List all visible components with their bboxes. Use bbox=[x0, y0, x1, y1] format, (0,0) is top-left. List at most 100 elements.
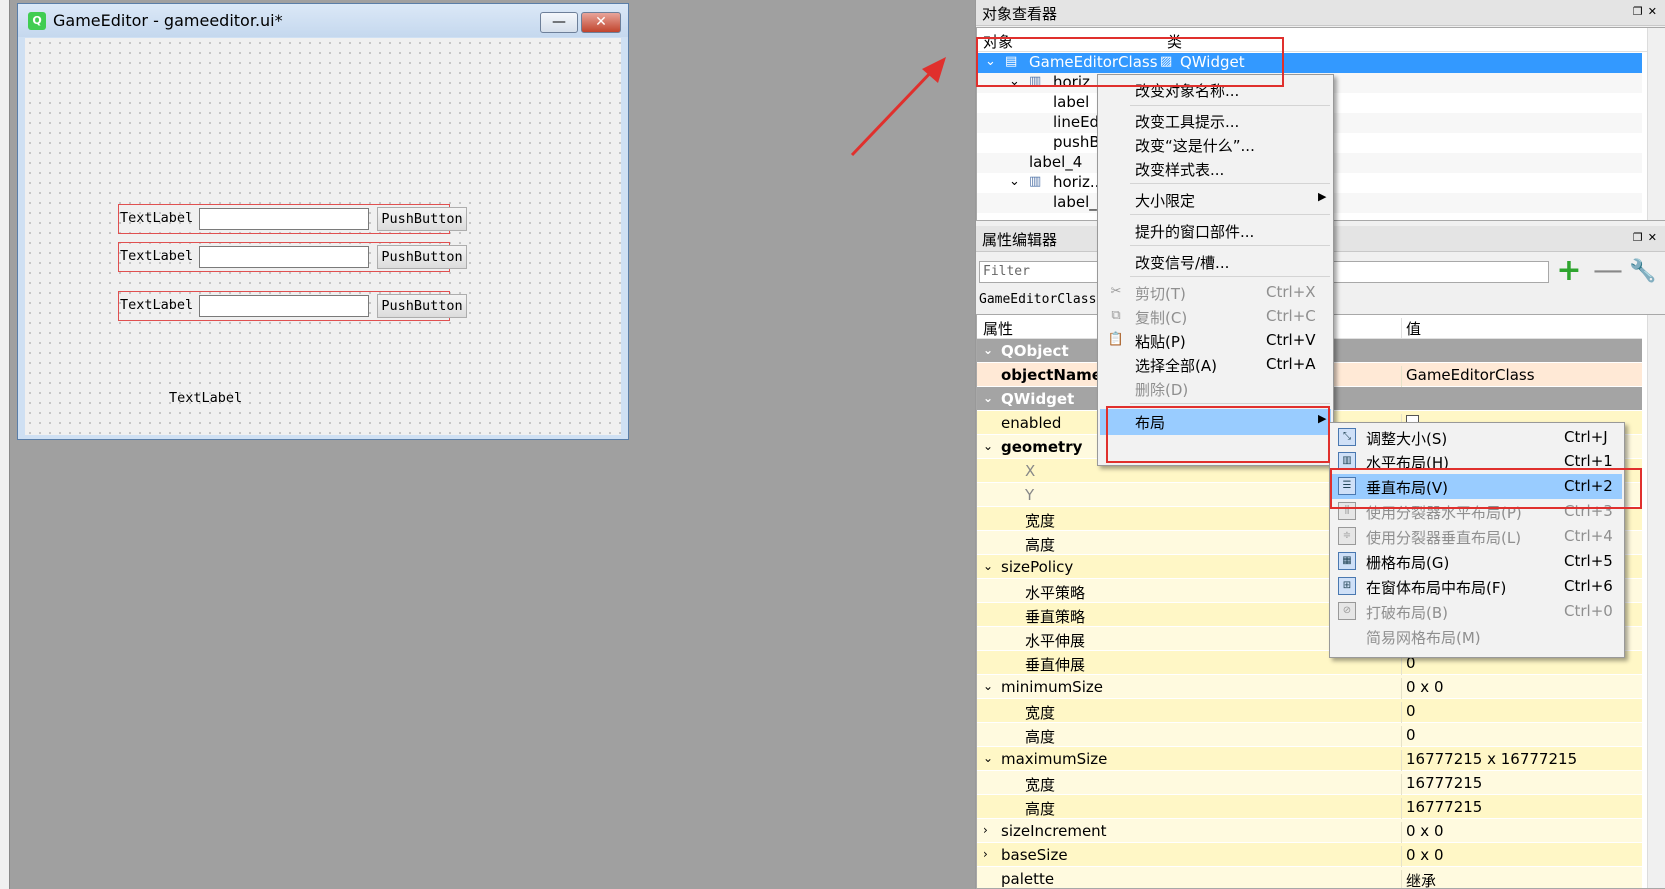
submenu-item-adjust-size[interactable]: ⤡ 调整大小(S) Ctrl+J bbox=[1332, 425, 1622, 450]
tree-header: 对象 类 bbox=[977, 28, 1665, 52]
minimize-button[interactable]: — bbox=[540, 12, 578, 33]
push-button[interactable]: PushButton bbox=[377, 245, 467, 269]
push-button[interactable]: PushButton bbox=[377, 207, 467, 231]
property-row[interactable]: 宽度 16777215 bbox=[977, 771, 1642, 798]
line-edit[interactable] bbox=[199, 246, 369, 268]
menu-item-size-constraints[interactable]: 大小限定 ▶ bbox=[1100, 187, 1331, 211]
menu-item-stylesheet[interactable]: 改变样式表... bbox=[1100, 156, 1331, 180]
dock-float-close-icon[interactable]: ❐✕ bbox=[1633, 231, 1662, 244]
property-name: 宽度 bbox=[1025, 776, 1056, 794]
menu-item-label: 粘贴(P) bbox=[1135, 333, 1186, 351]
horizontal-layout-row[interactable]: TextLabel PushButton bbox=[118, 204, 467, 234]
property-value[interactable]: 继承 bbox=[1401, 870, 1436, 888]
menu-separator bbox=[1130, 105, 1330, 106]
chevron-down-icon[interactable]: ⌄ bbox=[983, 679, 993, 693]
form-window[interactable]: Q GameEditor - gameeditor.ui* — ✕ TextLa… bbox=[17, 3, 629, 440]
menu-item-layout[interactable]: 布局 ▶ bbox=[1100, 409, 1331, 435]
property-row[interactable]: 高度 16777215 bbox=[977, 795, 1642, 822]
menu-item-shortcut: Ctrl+V bbox=[1266, 331, 1316, 349]
wrench-icon[interactable]: 🔧 bbox=[1629, 259, 1656, 285]
submenu-item-horizontal[interactable]: ▥ 水平布局(H) Ctrl+1 bbox=[1332, 449, 1622, 474]
text-label-4[interactable]: TextLabel bbox=[169, 390, 242, 406]
menu-item-select-all[interactable]: 选择全部(A) Ctrl+A bbox=[1100, 352, 1331, 376]
submenu-arrow-icon: ▶ bbox=[1318, 412, 1327, 425]
submenu-item-form-layout[interactable]: ⊞ 在窗体布局中布局(F) Ctrl+6 bbox=[1332, 574, 1622, 599]
menu-item-tooltip[interactable]: 改变工具提示... bbox=[1100, 108, 1331, 132]
menu-item-label: 删除(D) bbox=[1135, 381, 1189, 399]
menu-item-paste[interactable]: 📋 粘贴(P) Ctrl+V bbox=[1100, 328, 1331, 352]
form-titlebar[interactable]: Q GameEditor - gameeditor.ui* — ✕ bbox=[18, 4, 628, 37]
menu-item-shortcut: Ctrl+C bbox=[1266, 307, 1316, 325]
menu-item-label: 改变对象名称... bbox=[1135, 82, 1240, 100]
column-class[interactable]: 类 bbox=[1167, 31, 1182, 52]
chevron-right-icon[interactable]: › bbox=[983, 847, 988, 861]
column-object[interactable]: 对象 bbox=[983, 31, 1013, 52]
form-title: GameEditor - gameeditor.ui* bbox=[53, 11, 283, 30]
property-name: Y bbox=[1025, 486, 1035, 504]
property-row[interactable]: 高度 0 bbox=[977, 723, 1642, 750]
menu-item-label: 改变信号/槽... bbox=[1135, 254, 1230, 272]
property-name: sizeIncrement bbox=[1001, 822, 1107, 840]
submenu-item-vertical[interactable]: ☰ 垂直布局(V) Ctrl+2 bbox=[1332, 474, 1622, 499]
chevron-down-icon[interactable]: ⌄ bbox=[983, 391, 993, 405]
push-button[interactable]: PushButton bbox=[377, 294, 467, 318]
line-edit[interactable] bbox=[199, 295, 369, 317]
qwidget-class-icon: ▨ bbox=[1160, 54, 1173, 69]
property-row[interactable]: ⌄ minimumSize 0 x 0 bbox=[977, 675, 1642, 702]
property-name: baseSize bbox=[1001, 846, 1068, 864]
tree-scrollbar[interactable] bbox=[1647, 28, 1665, 220]
column-property[interactable]: 属性 bbox=[983, 318, 1013, 339]
close-button[interactable]: ✕ bbox=[581, 12, 621, 33]
annotation-arrow-icon bbox=[850, 57, 946, 157]
remove-dynamic-property-icon[interactable]: — bbox=[1593, 256, 1623, 286]
form-canvas[interactable]: TextLabel PushButton TextLabel PushButto… bbox=[25, 38, 621, 435]
add-dynamic-property-icon[interactable]: + bbox=[1556, 256, 1582, 286]
submenu-item-break-layout[interactable]: ⊘ 打破布局(B) Ctrl+0 bbox=[1332, 599, 1622, 624]
submenu-item-shortcut: Ctrl+5 bbox=[1564, 552, 1613, 570]
chevron-down-icon[interactable]: ⌄ bbox=[985, 54, 996, 69]
submenu-item-grid[interactable]: ▦ 栅格布局(G) Ctrl+5 bbox=[1332, 549, 1622, 574]
chevron-down-icon[interactable]: ⌄ bbox=[1009, 74, 1020, 89]
menu-item-shortcut: Ctrl+A bbox=[1266, 355, 1316, 373]
menu-item-whatsthis[interactable]: 改变“这是什么”... bbox=[1100, 132, 1331, 156]
property-scrollbar[interactable] bbox=[1647, 315, 1665, 888]
object-inspector-titlebar[interactable]: 对象查看器 ❐✕ bbox=[976, 0, 1665, 26]
submenu-item-label: 水平布局(H) bbox=[1366, 454, 1449, 472]
horizontal-layout-icon: ▥ bbox=[1338, 452, 1356, 470]
menu-item-label: 改变“这是什么”... bbox=[1135, 137, 1255, 155]
menu-item-rename[interactable]: 改变对象名称... bbox=[1100, 77, 1331, 101]
chevron-down-icon[interactable]: ⌄ bbox=[983, 439, 993, 453]
horizontal-layout-row[interactable]: TextLabel PushButton bbox=[118, 291, 467, 321]
dock-float-close-icon[interactable]: ❐✕ bbox=[1633, 5, 1662, 18]
property-row[interactable]: › baseSize 0 x 0 bbox=[977, 843, 1642, 870]
grid-layout-icon: ▦ bbox=[1338, 552, 1356, 570]
line-edit[interactable] bbox=[199, 208, 369, 230]
menu-item-signals-slots[interactable]: 改变信号/槽... bbox=[1100, 249, 1331, 273]
tree-row-root[interactable]: ⌄ ▤ GameEditorClass ▨ QWidget bbox=[977, 53, 1642, 73]
menu-item-promoted-widgets[interactable]: 提升的窗口部件... bbox=[1100, 218, 1331, 242]
chevron-right-icon[interactable]: › bbox=[983, 823, 988, 837]
object-inspector-title: 对象查看器 bbox=[982, 5, 1058, 23]
submenu-item-shortcut: Ctrl+0 bbox=[1564, 602, 1613, 620]
menu-item-delete[interactable]: 删除(D) bbox=[1100, 376, 1331, 400]
property-row[interactable]: › sizeIncrement 0 x 0 bbox=[977, 819, 1642, 846]
vertical-layout-icon: ☰ bbox=[1338, 477, 1356, 495]
property-row[interactable]: 宽度 0 bbox=[977, 699, 1642, 726]
menu-item-label: 剪切(T) bbox=[1135, 285, 1186, 303]
horizontal-layout-row[interactable]: TextLabel PushButton bbox=[118, 242, 467, 272]
submenu-item-splitter-vertical[interactable]: ≑ 使用分裂器垂直布局(L) Ctrl+4 bbox=[1332, 524, 1622, 549]
submenu-item-shortcut: Ctrl+J bbox=[1564, 428, 1608, 446]
chevron-down-icon[interactable]: ⌄ bbox=[983, 559, 993, 573]
menu-item-label: 改变工具提示... bbox=[1135, 113, 1240, 131]
property-row[interactable]: palette 继承 bbox=[977, 867, 1642, 888]
submenu-item-splitter-horizontal[interactable]: ⫼ 使用分裂器水平布局(P) Ctrl+3 bbox=[1332, 499, 1622, 524]
menu-item-cut[interactable]: ✂ 剪切(T) Ctrl+X bbox=[1100, 280, 1331, 304]
chevron-down-icon[interactable]: ⌄ bbox=[983, 751, 993, 765]
chevron-down-icon[interactable]: ⌄ bbox=[1009, 174, 1020, 189]
context-menu[interactable]: 改变对象名称... 改变工具提示... 改变“这是什么”... 改变样式表...… bbox=[1097, 74, 1334, 466]
chevron-down-icon[interactable]: ⌄ bbox=[983, 343, 993, 357]
property-row[interactable]: ⌄ maximumSize 16777215 x 16777215 bbox=[977, 747, 1642, 774]
submenu-item-simplify-grid[interactable]: 简易网格布局(M) bbox=[1332, 624, 1622, 649]
layout-submenu[interactable]: ⤡ 调整大小(S) Ctrl+J ▥ 水平布局(H) Ctrl+1 ☰ 垂直布局… bbox=[1329, 422, 1625, 658]
menu-item-copy[interactable]: ⧉ 复制(C) Ctrl+C bbox=[1100, 304, 1331, 328]
